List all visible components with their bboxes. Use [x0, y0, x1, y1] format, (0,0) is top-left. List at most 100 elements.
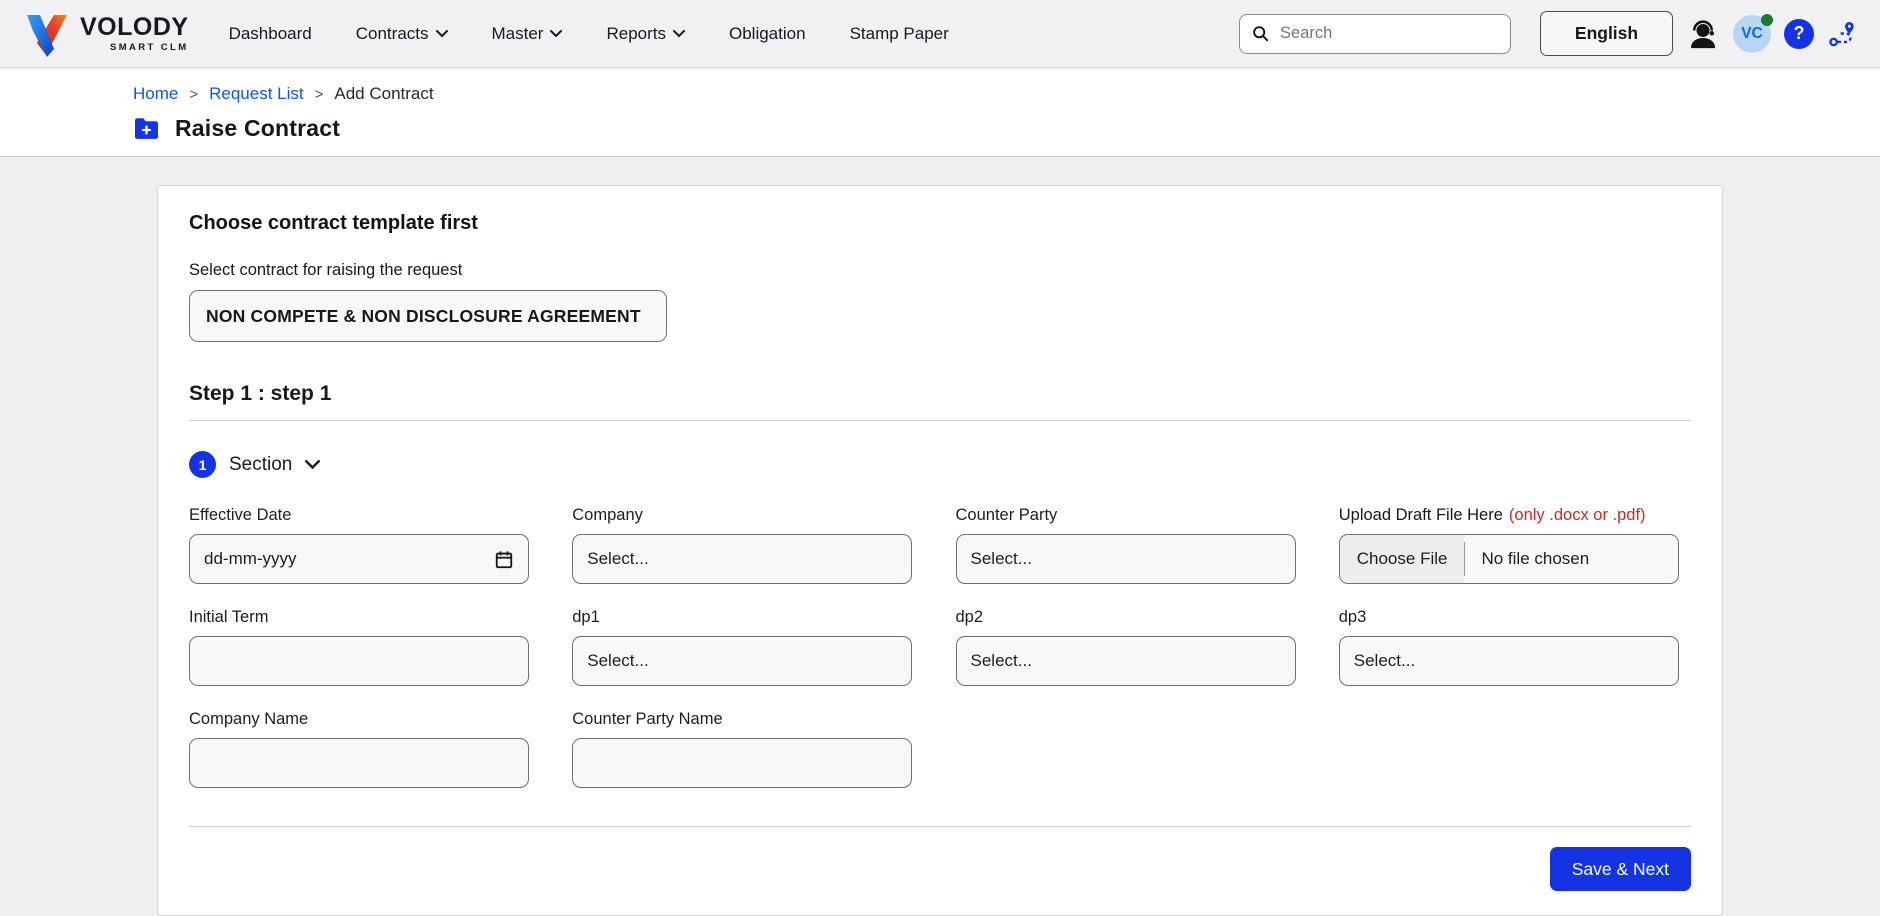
nav-item-label: Master [492, 24, 544, 44]
calendar-icon[interactable] [494, 549, 514, 570]
field-dp1: dp1 Select... [572, 608, 924, 686]
chevron-down-icon [550, 30, 562, 38]
nav-item-contracts[interactable]: Contracts [356, 24, 448, 44]
avatar[interactable]: VC [1733, 15, 1771, 53]
dp3-select[interactable]: Select... [1339, 636, 1679, 686]
section-header[interactable]: 1 Section [189, 451, 320, 478]
date-placeholder: dd-mm-yyyy [204, 549, 297, 569]
dp2-select[interactable]: Select... [956, 636, 1296, 686]
divider [189, 826, 1691, 827]
field-label: Counter Party Name [572, 710, 924, 729]
field-dp2: dp2 Select... [956, 608, 1308, 686]
company-name-input[interactable] [189, 738, 529, 788]
field-label: dp2 [956, 608, 1308, 627]
breadcrumb: Home > Request List > Add Contract [133, 84, 1880, 104]
card-heading: Choose contract template first [189, 212, 1691, 235]
select-placeholder: Select... [971, 549, 1032, 569]
online-status-dot [1761, 14, 1773, 26]
nav-item-label: Contracts [356, 24, 429, 44]
select-placeholder: Select... [587, 651, 648, 671]
step-heading: Step 1 : step 1 [189, 382, 1691, 406]
section-number-badge: 1 [189, 451, 216, 478]
upload-label-line: Upload Draft File Here (only .docx or .p… [1339, 506, 1691, 525]
nav-item-obligation[interactable]: Obligation [729, 24, 806, 44]
save-next-button[interactable]: Save & Next [1550, 847, 1691, 891]
help-icon[interactable]: ? [1784, 19, 1814, 49]
divider [189, 420, 1691, 421]
nav-item-reports[interactable]: Reports [606, 24, 685, 44]
route-icon[interactable] [1827, 19, 1856, 48]
support-agent-icon[interactable] [1686, 17, 1720, 51]
chevron-down-icon [436, 30, 448, 38]
select-placeholder: Select... [1354, 651, 1415, 671]
breadcrumb-separator: > [315, 86, 324, 103]
file-chosen-status: No file chosen [1465, 549, 1589, 569]
field-initial-term: Initial Term [189, 608, 541, 686]
top-navbar: VOLODY SMART CLM Dashboard Contracts Mas… [0, 0, 1880, 68]
nav-item-label: Reports [606, 24, 666, 44]
field-label: Company [572, 506, 924, 525]
chevron-down-icon [673, 30, 685, 38]
breadcrumb-current: Add Contract [334, 84, 433, 104]
upload-hint: (only .docx or .pdf) [1509, 506, 1646, 525]
nav-item-master[interactable]: Master [492, 24, 563, 44]
brand-logo[interactable]: VOLODY SMART CLM [24, 9, 189, 59]
chevron-down-icon [305, 460, 320, 470]
breadcrumb-link-request-list[interactable]: Request List [209, 84, 304, 104]
counter-party-name-input[interactable] [572, 738, 912, 788]
template-select-label: Select contract for raising the request [189, 261, 1691, 280]
template-select-value: NON COMPETE & NON DISCLOSURE AGREEMENT [206, 306, 641, 327]
nav-item-dashboard[interactable]: Dashboard [229, 24, 312, 44]
help-glyph: ? [1794, 23, 1805, 44]
contract-form-card: Choose contract template first Select co… [157, 185, 1723, 916]
field-label: dp3 [1339, 608, 1691, 627]
counter-party-select[interactable]: Select... [956, 534, 1296, 584]
field-company: Company Select... [572, 506, 924, 584]
form-grid: Effective Date dd-mm-yyyy Company Select… [189, 506, 1691, 812]
field-dp3: dp3 Select... [1339, 608, 1691, 686]
search-box [1239, 14, 1511, 54]
search-input[interactable] [1278, 23, 1498, 44]
field-label: Upload Draft File Here [1339, 506, 1503, 525]
nav-item-label: Stamp Paper [850, 24, 949, 44]
field-upload-draft: Upload Draft File Here (only .docx or .p… [1339, 506, 1691, 584]
avatar-initials: VC [1741, 25, 1763, 43]
brand-name: VOLODY [80, 15, 189, 40]
company-select[interactable]: Select... [572, 534, 912, 584]
breadcrumb-separator: > [189, 86, 198, 103]
form-actions: Save & Next [189, 847, 1691, 891]
select-placeholder: Select... [971, 651, 1032, 671]
breadcrumb-link-home[interactable]: Home [133, 84, 178, 104]
navbar-right: English VC ? [1239, 11, 1856, 56]
language-button[interactable]: English [1540, 11, 1673, 56]
effective-date-input[interactable]: dd-mm-yyyy [189, 534, 529, 584]
page-header: Home > Request List > Add Contract Raise… [0, 68, 1880, 157]
field-label: Company Name [189, 710, 541, 729]
draft-file-input[interactable]: Choose File No file chosen [1339, 534, 1679, 584]
field-counter-party-name: Counter Party Name [572, 710, 924, 788]
select-placeholder: Select... [587, 549, 648, 569]
section-label: Section [229, 454, 292, 476]
main-nav: Dashboard Contracts Master Reports Oblig… [229, 24, 949, 44]
nav-item-label: Dashboard [229, 24, 312, 44]
volody-logo-icon [24, 9, 70, 59]
choose-file-button[interactable]: Choose File [1340, 535, 1465, 583]
main-content: Choose contract template first Select co… [0, 157, 1880, 916]
initial-term-input[interactable] [189, 636, 529, 686]
page-title: Raise Contract [175, 115, 340, 142]
folder-plus-icon [133, 117, 160, 140]
brand-tagline: SMART CLM [110, 43, 189, 53]
title-row: Raise Contract [133, 115, 1880, 142]
field-label: Effective Date [189, 506, 541, 525]
field-counter-party: Counter Party Select... [956, 506, 1308, 584]
search-icon [1252, 24, 1269, 43]
template-select[interactable]: NON COMPETE & NON DISCLOSURE AGREEMENT [189, 290, 667, 342]
field-company-name: Company Name [189, 710, 541, 788]
field-label: Initial Term [189, 608, 541, 627]
dp1-select[interactable]: Select... [572, 636, 912, 686]
nav-item-stamp-paper[interactable]: Stamp Paper [850, 24, 949, 44]
field-label: dp1 [572, 608, 924, 627]
field-effective-date: Effective Date dd-mm-yyyy [189, 506, 541, 584]
brand-text: VOLODY SMART CLM [80, 15, 189, 53]
field-label: Counter Party [956, 506, 1308, 525]
